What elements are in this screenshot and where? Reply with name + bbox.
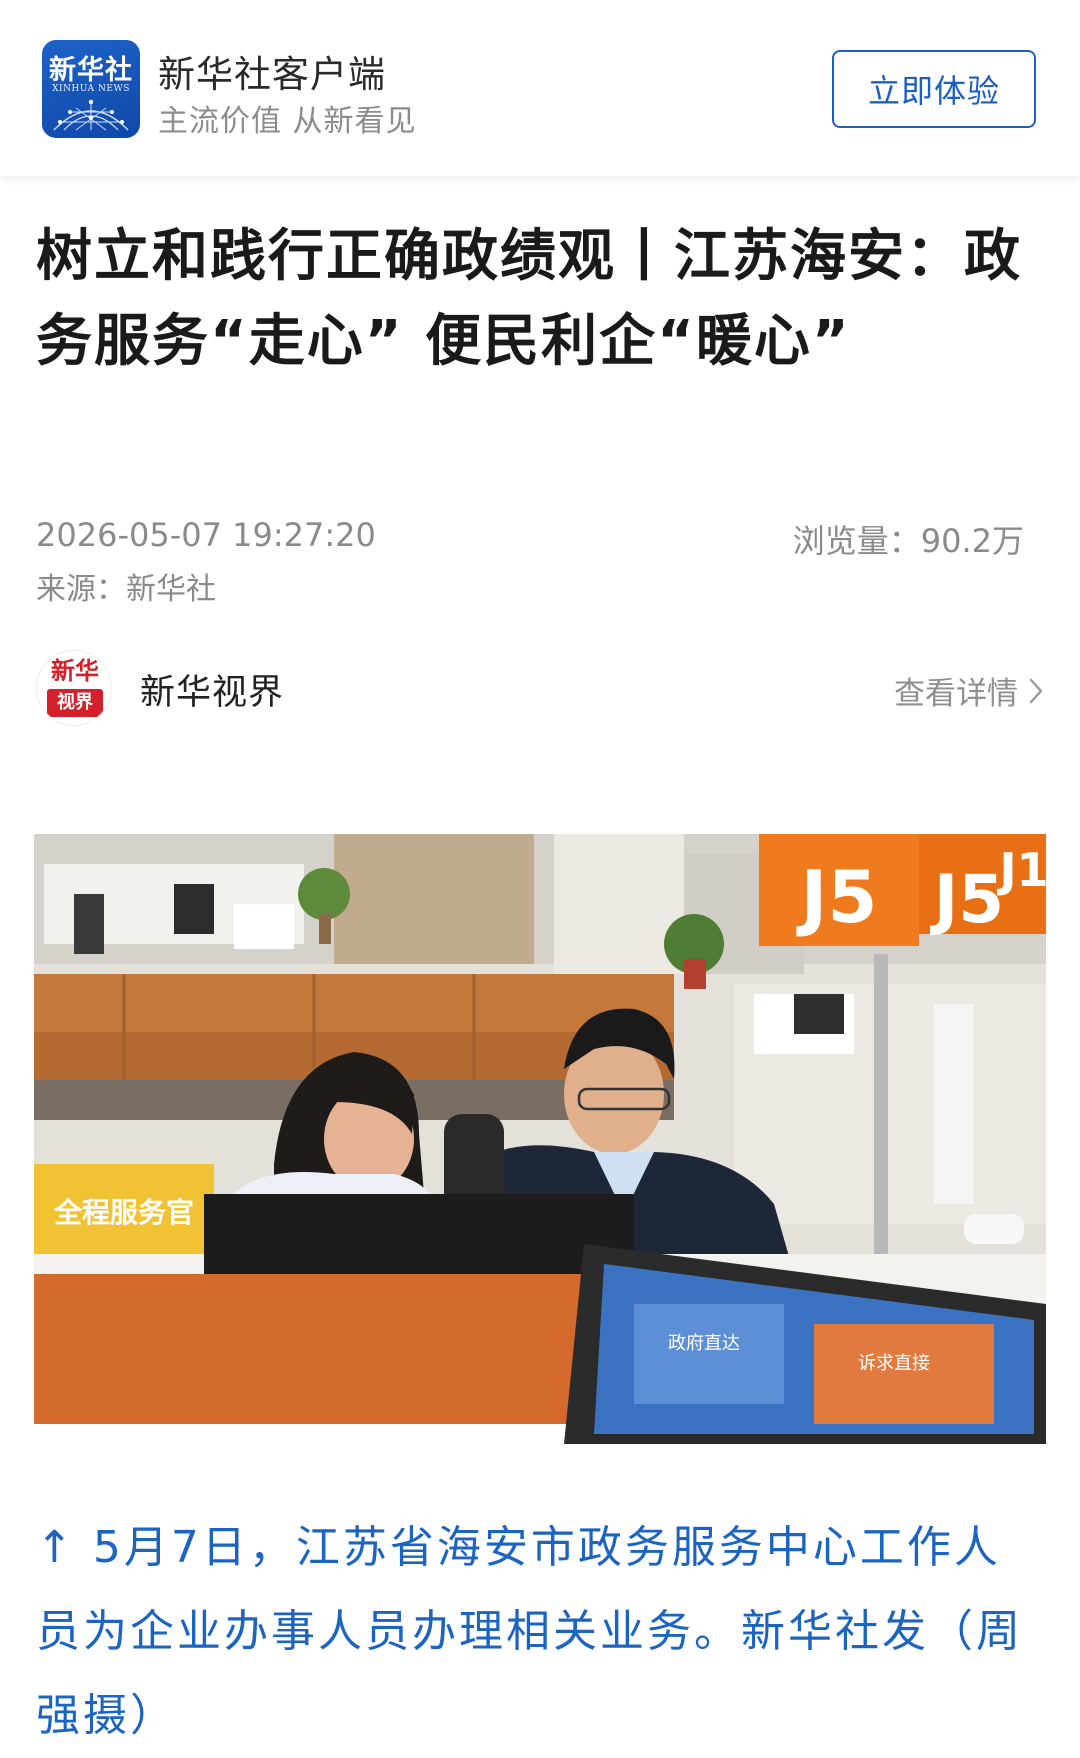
counter-sign-j5-right: J5	[930, 861, 1004, 938]
desk-sign-text: 全程服务官	[53, 1196, 194, 1229]
publish-time: 2026-05-07 19:27:20	[36, 516, 376, 554]
channel-row[interactable]: 新华 视界 新华视界 查看详情	[36, 650, 1044, 726]
view-detail-link[interactable]: 查看详情	[894, 668, 1044, 713]
app-name: 新华社客户端	[158, 53, 386, 96]
logo-main-text: 新华社	[49, 55, 133, 86]
avatar-top-text: 新华	[51, 656, 99, 685]
try-now-button[interactable]: 立即体验	[832, 50, 1036, 128]
xinhua-app-logo[interactable]: 新华社 XINHUA NEWS	[42, 40, 140, 138]
channel-avatar[interactable]: 新华 视界	[36, 650, 112, 726]
counter-sign-j5-left: J5	[796, 855, 878, 939]
view-detail-label: 查看详情	[894, 676, 1018, 712]
article-headline: 树立和践行正确政绩观丨江苏海安：政务服务“走心” 便民利企“暖心”	[36, 224, 1022, 374]
avatar-bottom-text: 视界	[47, 689, 103, 717]
chevron-right-icon	[1029, 678, 1043, 703]
photo-caption: ↑ 5月7日，江苏省海安市政务服务中心工作人员为企业办事人员办理相关业务。新华社…	[36, 1522, 1023, 1741]
app-slogan: 主流价值 从新看见	[158, 104, 417, 139]
app-download-banner: 新华社 XINHUA NEWS 新华社客户端 主流价值 从新看见 立即体验	[0, 0, 1080, 176]
government-service-center-photo: J5 J5 J1 全程服务官 政府直达 诉求直接	[34, 834, 1046, 1444]
news-photo[interactable]: J5 J5 J1 全程服务官 政府直达 诉求直接	[34, 834, 1046, 1444]
screen-text-1: 政府直达	[668, 1333, 740, 1354]
globe-network-icon	[53, 99, 129, 131]
view-count: 浏览量：90.2万	[792, 522, 1024, 560]
screen-text-2: 诉求直接	[858, 1353, 930, 1374]
logo-sub-text: XINHUA NEWS	[52, 84, 130, 94]
channel-name[interactable]: 新华视界	[140, 664, 284, 715]
article-source: 来源：新华社	[36, 572, 216, 607]
counter-sign-j1: J1	[996, 843, 1046, 897]
